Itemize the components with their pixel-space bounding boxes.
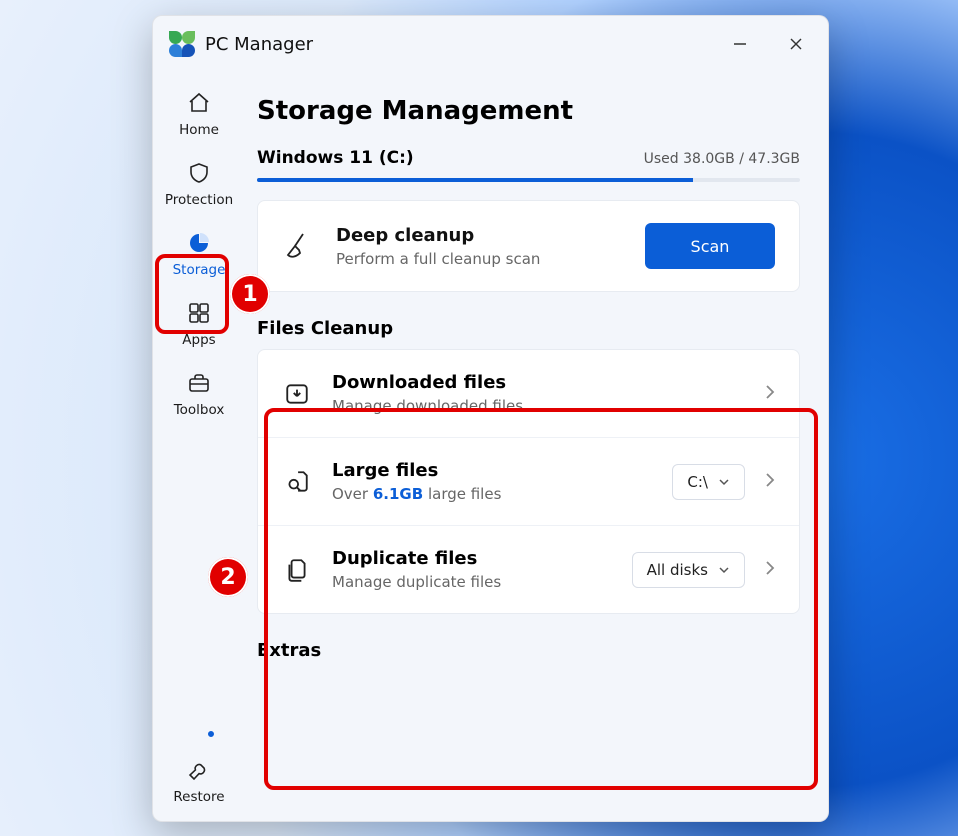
sidebar-item-label: Restore (173, 789, 224, 805)
download-folder-icon (282, 379, 312, 409)
row-duplicate-files[interactable]: Duplicate files Manage duplicate files A… (258, 526, 799, 613)
notification-dot-icon (206, 729, 216, 739)
app-title: PC Manager (205, 34, 313, 55)
row-downloaded-files[interactable]: Downloaded files Manage downloaded files (258, 350, 799, 438)
duplicate-files-icon (282, 555, 312, 585)
magnify-file-icon (282, 467, 312, 497)
minimize-button[interactable] (712, 24, 768, 64)
broom-icon (282, 229, 316, 263)
deep-cleanup-card: Deep cleanup Perform a full cleanup scan… (257, 200, 800, 292)
chevron-right-icon (765, 384, 775, 404)
sidebar-item-label: Home (179, 122, 219, 138)
sidebar-item-label: Protection (165, 192, 233, 208)
drive-select[interactable]: C:\ (672, 464, 745, 500)
disk-scope-select[interactable]: All disks (632, 552, 745, 588)
sidebar-item-label: Apps (182, 332, 215, 348)
drive-usage: Windows 11 (C:) Used 38.0GB / 47.3GB (257, 148, 800, 182)
apps-icon (186, 300, 212, 326)
scan-button[interactable]: Scan (645, 223, 775, 269)
main-content: Storage Management Windows 11 (C:) Used … (245, 72, 828, 821)
sidebar: Home Protection Storage Apps (153, 72, 245, 821)
sidebar-item-home[interactable]: Home (167, 90, 231, 138)
deep-cleanup-title: Deep cleanup (336, 225, 625, 246)
row-subtitle: Over 6.1GB large files (332, 485, 652, 503)
files-cleanup-header: Files Cleanup (257, 318, 800, 339)
app-logo-icon (169, 31, 195, 57)
chevron-right-icon (765, 472, 775, 492)
sidebar-item-storage[interactable]: Storage (167, 230, 231, 278)
app-window: PC Manager Home Protection (152, 15, 829, 822)
drive-name: Windows 11 (C:) (257, 148, 414, 168)
files-cleanup-list: Downloaded files Manage downloaded files… (257, 349, 800, 614)
drive-usage-text: Used 38.0GB / 47.3GB (644, 151, 800, 167)
sidebar-item-restore[interactable]: Restore (167, 757, 231, 805)
chevron-down-icon (718, 564, 730, 576)
chevron-down-icon (718, 476, 730, 488)
titlebar: PC Manager (153, 16, 828, 72)
wrench-icon (186, 757, 212, 783)
drive-usage-fill (257, 178, 693, 182)
row-subtitle: Manage duplicate files (332, 573, 612, 591)
page-title: Storage Management (257, 96, 806, 126)
extras-header: Extras (257, 640, 800, 661)
row-large-files[interactable]: Large files Over 6.1GB large files C:\ (258, 438, 799, 526)
chevron-right-icon (765, 560, 775, 580)
toolbox-icon (186, 370, 212, 396)
sidebar-item-protection[interactable]: Protection (167, 160, 231, 208)
row-subtitle: Manage downloaded files (332, 397, 745, 415)
sidebar-item-label: Storage (173, 262, 226, 278)
drive-usage-bar (257, 178, 800, 182)
row-title: Large files (332, 460, 652, 481)
deep-cleanup-subtitle: Perform a full cleanup scan (336, 250, 625, 268)
sidebar-item-apps[interactable]: Apps (167, 300, 231, 348)
row-title: Downloaded files (332, 372, 745, 393)
row-title: Duplicate files (332, 548, 612, 569)
sidebar-item-toolbox[interactable]: Toolbox (167, 370, 231, 418)
home-icon (186, 90, 212, 116)
close-button[interactable] (768, 24, 824, 64)
sidebar-item-label: Toolbox (174, 402, 225, 418)
shield-icon (186, 160, 212, 186)
pie-chart-icon (186, 230, 212, 256)
